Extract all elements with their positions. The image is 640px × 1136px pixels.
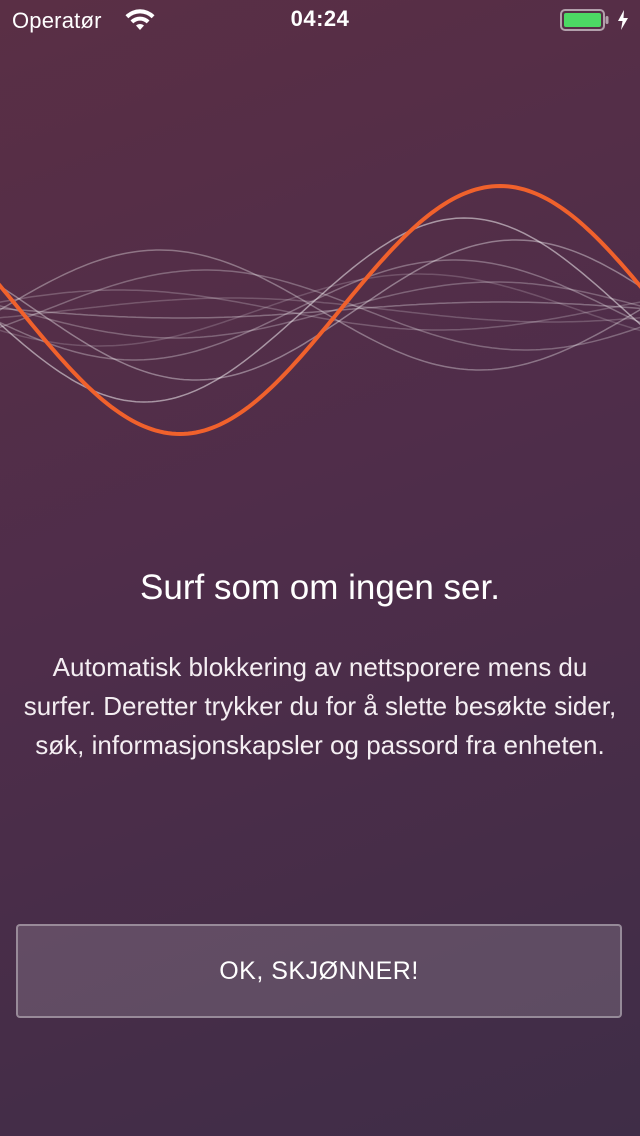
charging-bolt-icon [618,10,628,30]
battery-icon [560,9,609,31]
wave-line [0,249,640,371]
ok-got-it-button-label: OK, SKJØNNER! [219,956,419,985]
ok-got-it-button[interactable]: OK, SKJØNNER! [16,924,622,1018]
status-bar: Operatør 04:24 [0,0,640,40]
status-time: 04:24 [290,6,350,31]
onboarding-title: Surf som om ingen ser. [140,568,500,607]
sound-wave-illustration [0,183,640,437]
onboarding-description: Automatisk blokkering av nettsporere men… [23,652,617,760]
